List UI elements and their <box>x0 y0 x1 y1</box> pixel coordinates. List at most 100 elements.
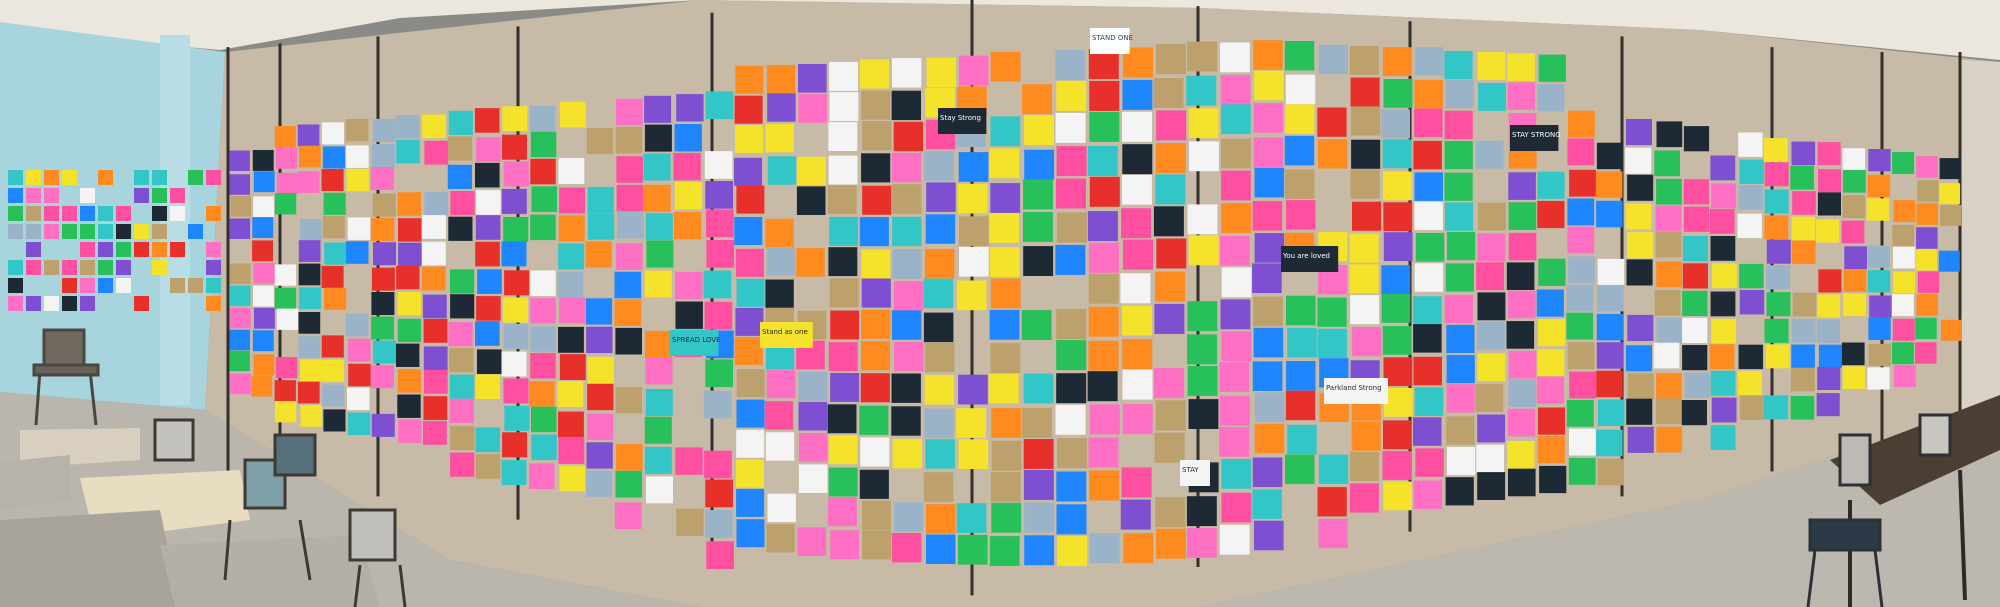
sticky-note <box>557 381 584 408</box>
sticky-note <box>1352 327 1382 357</box>
sticky-note <box>1567 198 1595 226</box>
sticky-note <box>1817 294 1841 318</box>
sticky-note <box>617 211 644 239</box>
sticky-note <box>1089 533 1120 564</box>
sticky-note <box>559 297 585 324</box>
sticky-note <box>959 246 989 277</box>
sticky-note <box>477 349 502 374</box>
sticky-note <box>734 157 763 186</box>
sticky-note <box>676 94 704 122</box>
sticky-note <box>1023 373 1054 404</box>
sticky-note <box>1382 326 1412 355</box>
sticky-note <box>797 527 827 556</box>
sticky-note <box>321 122 344 145</box>
sticky-note <box>1122 79 1153 110</box>
sticky-note <box>1219 427 1250 457</box>
sticky-note <box>891 373 921 403</box>
sticky-note <box>614 271 642 299</box>
sticky-note <box>1318 44 1348 75</box>
sticky-note <box>321 265 344 288</box>
sticky-note <box>396 265 420 290</box>
sticky-note <box>229 218 251 239</box>
photo-scene: STAND ONE Stay Strong Stand as one You are … <box>0 0 2000 607</box>
sticky-note <box>252 240 273 262</box>
sticky-note <box>765 279 794 308</box>
sticky-note <box>44 206 59 221</box>
sticky-note <box>98 206 113 221</box>
sticky-note <box>674 124 702 152</box>
sticky-note <box>274 193 297 215</box>
sticky-note <box>1626 259 1653 286</box>
sticky-note <box>475 162 500 188</box>
sticky-note <box>1189 141 1219 172</box>
sticky-note <box>1655 205 1682 232</box>
sticky-note <box>674 182 703 210</box>
sticky-note <box>26 242 41 257</box>
sticky-note <box>1221 459 1252 489</box>
sticky-note <box>1221 203 1252 233</box>
sticky-note <box>530 270 556 296</box>
sticky-note <box>152 260 167 275</box>
sticky-note <box>1023 246 1054 276</box>
sticky-note <box>230 307 251 329</box>
sticky-note <box>1055 112 1086 143</box>
sticky-note <box>1843 269 1867 292</box>
sticky-note <box>1683 179 1709 205</box>
sticky-note <box>1187 301 1218 332</box>
sticky-note <box>1415 233 1445 262</box>
sticky-note <box>706 541 734 569</box>
sticky-note <box>299 287 321 310</box>
sticky-note <box>586 470 613 497</box>
note-text: STAY STRONG <box>1512 131 1561 139</box>
sticky-note <box>397 369 422 393</box>
sticky-note <box>502 106 528 132</box>
sticky-note <box>1056 340 1087 371</box>
sticky-note <box>798 401 828 431</box>
sticky-note <box>1893 200 1916 223</box>
sticky-note <box>531 406 557 433</box>
sticky-note <box>1187 366 1218 396</box>
sticky-note <box>1538 54 1566 82</box>
sticky-note <box>1791 240 1816 265</box>
sticky-note <box>1681 400 1707 426</box>
sticky-note <box>705 91 734 120</box>
sticky-note <box>926 534 956 564</box>
sticky-note <box>98 278 113 293</box>
sticky-note <box>1153 78 1184 108</box>
sticky-note <box>1122 144 1153 175</box>
sticky-note <box>615 470 643 498</box>
sticky-note <box>475 374 501 399</box>
sticky-note <box>1447 446 1476 476</box>
sticky-note <box>703 270 732 299</box>
sticky-note <box>152 170 167 185</box>
sticky-note <box>990 472 1021 502</box>
sticky-note <box>1023 439 1054 469</box>
sticky-note <box>1816 393 1840 417</box>
sticky-note <box>230 285 251 307</box>
sticky-note <box>62 170 77 185</box>
sticky-note <box>1596 200 1623 228</box>
sticky-note <box>1413 417 1442 446</box>
sticky-note <box>1917 180 1939 202</box>
sticky-note <box>370 167 394 190</box>
sticky-note <box>252 330 274 352</box>
sticky-note <box>396 115 420 139</box>
sticky-note <box>1023 179 1053 210</box>
sticky-note <box>705 510 733 538</box>
sticky-note <box>1737 213 1762 239</box>
sticky-note <box>80 224 95 239</box>
sticky-note <box>1506 262 1535 290</box>
sticky-note <box>828 122 858 151</box>
sticky-note <box>704 151 733 179</box>
sticky-note <box>62 224 77 239</box>
sticky-note <box>116 242 131 257</box>
sticky-note <box>1709 208 1735 234</box>
sticky-note <box>1382 139 1412 169</box>
sticky-note <box>98 260 113 275</box>
sticky-note <box>170 206 185 221</box>
sticky-note <box>8 224 23 239</box>
sticky-note <box>1476 262 1505 291</box>
sticky-note <box>1155 174 1186 205</box>
sticky-note <box>1596 142 1624 170</box>
sticky-note <box>475 215 501 240</box>
